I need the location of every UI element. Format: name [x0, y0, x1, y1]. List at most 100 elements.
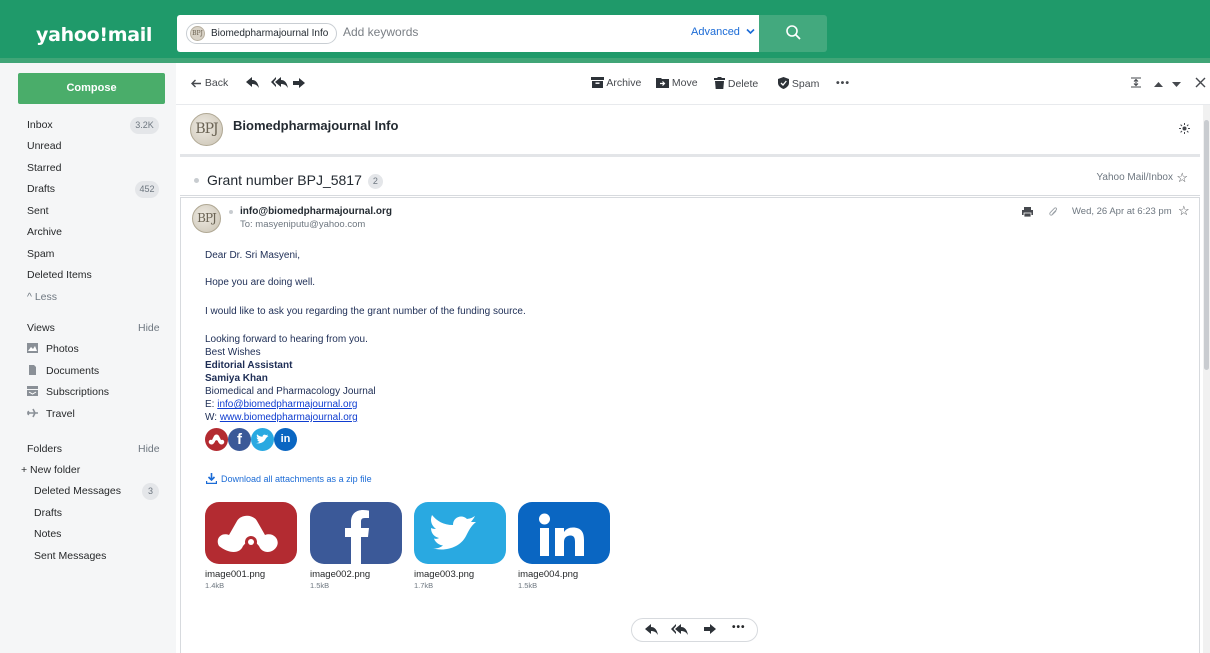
expand-collapse-button[interactable]: [1130, 77, 1142, 89]
body-line-2: I would like to ask you regarding the gr…: [205, 306, 526, 317]
quick-forward-button[interactable]: [704, 624, 716, 637]
next-message-button[interactable]: [1172, 77, 1181, 89]
views-hide-button[interactable]: Hide: [138, 319, 160, 337]
drafts-count-badge: 452: [135, 181, 159, 198]
body-line-3: Looking forward to hearing from you.: [205, 334, 368, 345]
subject-row: Grant number BPJ_5817 2 Yahoo Mail/Inbox …: [180, 160, 1200, 196]
folder-notes[interactable]: Notes: [34, 525, 61, 543]
folder-deleted-messages[interactable]: Deleted Messages: [34, 482, 121, 500]
sidebar-item-documents[interactable]: Documents: [27, 362, 99, 380]
sidebar-item-unread[interactable]: Unread: [27, 137, 61, 155]
attachment-size-1: 1.4kB: [205, 581, 225, 590]
delete-button[interactable]: Delete: [714, 77, 758, 90]
sidebar-item-sent[interactable]: Sent: [27, 202, 49, 220]
download-all-attachments-link[interactable]: Download all attachments as a zip file: [205, 473, 372, 485]
more-actions-button[interactable]: •••: [836, 77, 850, 89]
mendeley-icon[interactable]: [205, 428, 228, 451]
folder-drafts[interactable]: Drafts: [34, 504, 62, 522]
reply-button[interactable]: [246, 77, 260, 89]
sidebar-less-toggle[interactable]: ^ Less: [27, 288, 57, 306]
quick-more-button[interactable]: •••: [732, 622, 746, 633]
forward-button[interactable]: [293, 77, 305, 89]
previous-message-button[interactable]: [1154, 77, 1163, 89]
folders-heading: Folders: [27, 443, 63, 455]
sidebar-item-travel[interactable]: Travel: [27, 405, 75, 423]
star-thread-icon[interactable]: ☆: [1176, 170, 1188, 186]
signature-name: Samiya Khan: [205, 373, 268, 384]
quick-reply-button[interactable]: [645, 624, 659, 638]
sidebar-item-archive[interactable]: Archive: [27, 223, 62, 241]
reply-all-icon: [671, 624, 688, 635]
from-avatar[interactable]: BPJ: [192, 204, 221, 233]
signature-email-prefix: E:: [205, 399, 218, 410]
download-icon: [205, 473, 218, 485]
plane-icon: [27, 408, 38, 418]
scrollbar-thumb[interactable]: [1204, 120, 1209, 370]
signature-email-link[interactable]: info@biomedpharmajournal.org: [217, 399, 357, 410]
forward-icon: [704, 624, 716, 634]
sidebar: Compose Inbox 3.2K Unread Starred Drafts…: [0, 63, 176, 653]
search-bar[interactable]: BPJ Biomedpharmajournal Info Advanced: [177, 15, 759, 52]
print-icon[interactable]: [1022, 207, 1033, 217]
attachment-thumbnail-3[interactable]: [414, 502, 506, 564]
sidebar-item-photos[interactable]: Photos: [27, 340, 79, 358]
archive-button[interactable]: Archive: [591, 77, 641, 89]
sidebar-item-spam[interactable]: Spam: [27, 245, 54, 263]
archive-label: Archive: [606, 77, 642, 89]
back-button[interactable]: Back: [191, 77, 228, 89]
attachment-thumbnail-4[interactable]: [518, 502, 610, 564]
reply-all-button[interactable]: [271, 77, 289, 89]
unread-dot: [194, 178, 199, 183]
close-message-button[interactable]: [1195, 77, 1206, 89]
facebook-icon[interactable]: f: [228, 428, 251, 451]
archive-icon: [591, 77, 604, 88]
attachment-name-2: image002.png: [310, 569, 371, 580]
subscriptions-icon: [27, 386, 38, 396]
message-subject: Grant number BPJ_5817 2: [207, 172, 383, 189]
linkedin-icon[interactable]: in: [274, 428, 297, 451]
move-button[interactable]: Move: [656, 77, 698, 89]
search-button[interactable]: [759, 15, 827, 52]
message-toolbar: Back Archive Move Delete Spam •••: [176, 63, 1210, 105]
search-contact-chip[interactable]: BPJ Biomedpharmajournal Info: [186, 23, 338, 44]
document-icon: [29, 365, 36, 375]
from-email[interactable]: info@biomedpharmajournal.org: [240, 206, 392, 217]
sun-icon[interactable]: [1179, 123, 1190, 134]
views-heading: Views: [27, 322, 55, 334]
folder-move-icon: [656, 78, 669, 88]
attachment-size-2: 1.5kB: [310, 581, 330, 590]
sidebar-item-deleted-items[interactable]: Deleted Items: [27, 266, 92, 284]
new-folder-button[interactable]: + New folder: [21, 461, 80, 479]
sender-name[interactable]: Biomedpharmajournal Info: [233, 118, 398, 133]
documents-label: Documents: [46, 365, 100, 377]
search-icon: [786, 25, 801, 40]
advanced-search-button[interactable]: Advanced: [691, 26, 755, 38]
sidebar-item-subscriptions[interactable]: Subscriptions: [27, 383, 109, 401]
folder-path: Yahoo Mail/Inbox: [1096, 172, 1173, 183]
compose-button[interactable]: Compose: [18, 73, 165, 104]
sidebar-item-inbox[interactable]: Inbox: [27, 116, 53, 134]
spam-button[interactable]: Spam: [778, 77, 819, 90]
subscriptions-label: Subscriptions: [46, 386, 110, 398]
sender-avatar[interactable]: BPJ: [190, 113, 223, 146]
signature-title: Editorial Assistant: [205, 360, 293, 371]
twitter-icon[interactable]: [251, 428, 274, 451]
sender-header: BPJ Biomedpharmajournal Info: [180, 105, 1200, 157]
sent-date: Wed, 26 Apr at 6:23 pm: [1072, 206, 1172, 217]
search-input[interactable]: [343, 25, 643, 39]
folder-sent-messages[interactable]: Sent Messages: [34, 547, 106, 565]
close-icon: [1195, 77, 1206, 88]
attachment-thumbnail-1[interactable]: [205, 502, 297, 564]
attachment-size-4: 1.5kB: [518, 581, 538, 590]
sidebar-item-drafts[interactable]: Drafts: [27, 180, 55, 198]
attachment-thumbnail-2[interactable]: [310, 502, 402, 564]
deleted-messages-count-badge: 3: [142, 483, 159, 500]
folders-hide-button[interactable]: Hide: [138, 440, 160, 458]
signature-web-link[interactable]: www.biomedpharmajournal.org: [220, 412, 358, 423]
quick-reply-all-button[interactable]: [671, 624, 689, 638]
sidebar-item-starred[interactable]: Starred: [27, 159, 61, 177]
signature-wishes: Best Wishes: [205, 347, 261, 358]
twitter-icon: [430, 515, 476, 550]
star-message-icon[interactable]: ☆: [1178, 203, 1190, 219]
yahoo-mail-logo[interactable]: yahoo!mail: [36, 24, 152, 46]
